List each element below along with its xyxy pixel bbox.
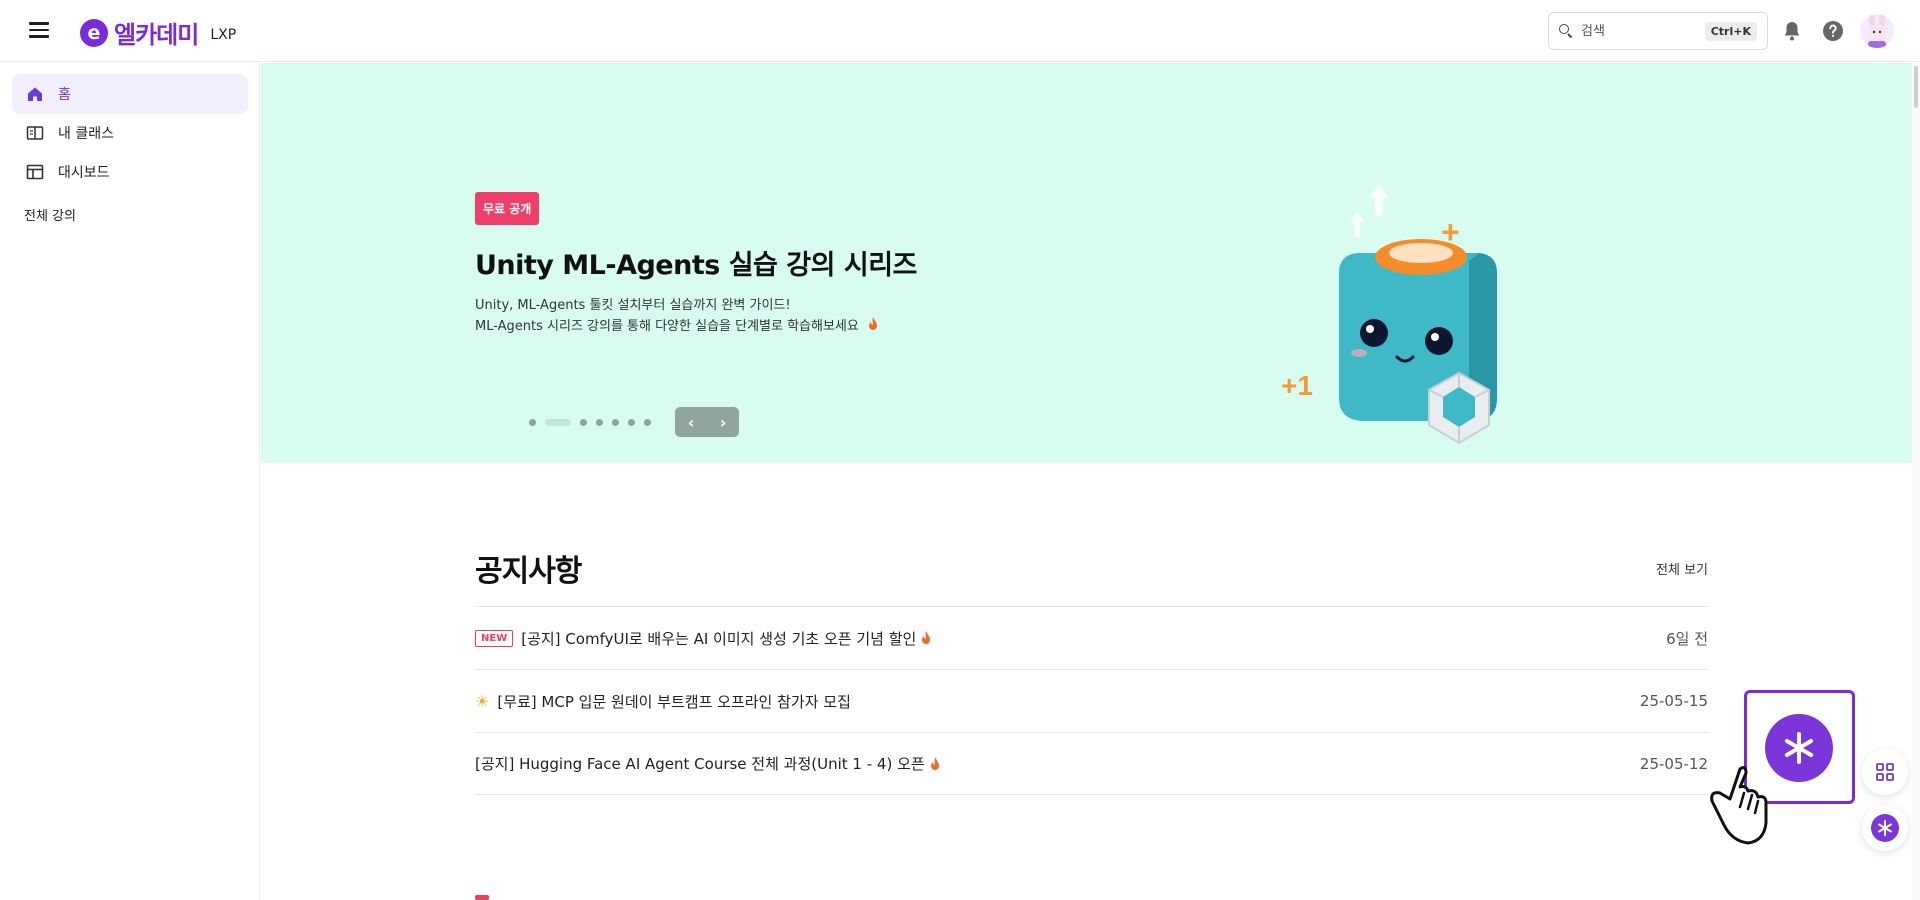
search-shortcut-badge: Ctrl+K bbox=[1704, 21, 1757, 41]
sidebar-item-label: 홈 bbox=[58, 87, 71, 103]
banner-desc-line1: Unity, ML-Agents 툴킷 설치부터 실습까지 완벽 가이드! bbox=[475, 298, 791, 313]
search-icon bbox=[1559, 24, 1573, 38]
notice-row[interactable]: [공지] Hugging Face AI Agent Course 전체 과정(… bbox=[475, 732, 1708, 795]
bell-icon[interactable] bbox=[1780, 19, 1804, 43]
home-icon bbox=[28, 87, 42, 101]
banner-description: Unity, ML-Agents 툴킷 설치부터 실습까지 완벽 가이드! ML… bbox=[475, 295, 879, 337]
notice-date: 25-05-15 bbox=[1639, 692, 1708, 710]
notice-title: [무료] MCP 입문 원데이 부트캠프 오프라인 참가자 모집 bbox=[497, 692, 851, 711]
scrollbar-thumb[interactable] bbox=[1914, 66, 1918, 108]
see-all-link[interactable]: 전체 보기 bbox=[1656, 559, 1708, 578]
carousel-dot[interactable] bbox=[596, 419, 603, 426]
fire-icon bbox=[930, 756, 939, 770]
sidebar-item-my-class[interactable]: 내 클래스 bbox=[12, 113, 248, 153]
hero-banner[interactable]: 무료 공개 Unity ML-Agents 실습 강의 시리즈 Unity, M… bbox=[261, 63, 1920, 463]
carousel-dots bbox=[529, 419, 651, 426]
carousel-dot[interactable] bbox=[580, 419, 587, 426]
sun-icon: ☀ bbox=[475, 691, 490, 711]
logo-mark: e bbox=[80, 18, 108, 47]
notice-date: 25-05-12 bbox=[1639, 754, 1708, 773]
top-header: e 엘카데미 LXP Ctrl+K bbox=[0, 0, 1920, 62]
notice-section-title: 공지사항 bbox=[475, 554, 582, 589]
chevron-right-icon[interactable]: › bbox=[720, 413, 727, 432]
notice-row[interactable]: NEW [공지] ComfyUI로 배우는 AI 이미지 생성 기초 오픈 기념… bbox=[475, 606, 1708, 669]
scrollbar-track[interactable] bbox=[1912, 62, 1920, 900]
plus-one-decoration: +1 bbox=[1281, 370, 1313, 401]
logo-sub: LXP bbox=[210, 26, 237, 43]
ai-chat-button[interactable] bbox=[1765, 714, 1833, 782]
carousel-arrows: ‹ › bbox=[675, 407, 739, 437]
book-icon bbox=[26, 126, 44, 140]
new-badge: NEW bbox=[475, 629, 514, 647]
carousel-dot[interactable] bbox=[529, 419, 536, 426]
carousel-dot[interactable] bbox=[628, 419, 635, 426]
mini-chat-button[interactable] bbox=[1862, 805, 1908, 851]
notice-date: 6일 전 bbox=[1666, 629, 1708, 648]
next-section-marker bbox=[475, 895, 489, 900]
pointer-hand-icon bbox=[1710, 766, 1768, 845]
sidebar: 홈 내 클래스 대시보드 전체 강의 bbox=[0, 62, 260, 900]
asterisk-chat-icon bbox=[1871, 814, 1899, 842]
notice-list: NEW [공지] ComfyUI로 배우는 AI 이미지 생성 기초 오픈 기념… bbox=[475, 606, 1708, 795]
avatar[interactable] bbox=[1860, 14, 1894, 48]
free-badge: 무료 공개 bbox=[475, 192, 540, 225]
logo-text: 엘카데미 bbox=[114, 21, 199, 49]
chevron-left-icon[interactable]: ‹ bbox=[688, 413, 695, 432]
carousel-dot[interactable] bbox=[612, 419, 619, 426]
carousel-dot-active[interactable] bbox=[545, 419, 571, 426]
asterisk-chat-icon bbox=[1784, 732, 1823, 772]
search-input[interactable] bbox=[1581, 23, 1691, 39]
sidebar-item-home[interactable]: 홈 bbox=[12, 74, 248, 114]
apps-grid-button[interactable] bbox=[1862, 749, 1908, 795]
banner-title: Unity ML-Agents 실습 강의 시리즈 bbox=[475, 250, 917, 281]
hamburger-menu-icon[interactable] bbox=[26, 18, 52, 44]
sidebar-item-label: 대시보드 bbox=[58, 165, 110, 181]
sidebar-item-label: 내 클래스 bbox=[58, 126, 114, 142]
notice-title: [공지] ComfyUI로 배우는 AI 이미지 생성 기초 오픈 기념 할인 bbox=[521, 629, 917, 648]
help-icon[interactable] bbox=[1821, 19, 1845, 43]
cube-character-illustration: + +1 bbox=[1281, 184, 1497, 445]
search-box[interactable]: Ctrl+K bbox=[1548, 12, 1768, 50]
notice-title: [공지] Hugging Face AI Agent Course 전체 과정(… bbox=[475, 755, 925, 773]
banner-desc-line2: ML-Agents 시리즈 강의를 통해 다양한 실습을 단계별로 학습해보세요 bbox=[475, 316, 879, 337]
notice-row[interactable]: ☀ [무료] MCP 입문 원데이 부트캠프 오프라인 참가자 모집 25-05… bbox=[475, 669, 1708, 732]
fire-icon bbox=[922, 631, 931, 644]
carousel-dot[interactable] bbox=[644, 419, 651, 426]
logo[interactable]: e 엘카데미 LXP bbox=[80, 15, 236, 50]
grid-icon bbox=[1876, 763, 1894, 781]
sidebar-item-dashboard[interactable]: 대시보드 bbox=[12, 152, 248, 192]
fire-icon bbox=[869, 317, 877, 330]
sidebar-all-courses[interactable]: 전체 강의 bbox=[24, 205, 76, 224]
dashboard-icon bbox=[26, 164, 44, 180]
